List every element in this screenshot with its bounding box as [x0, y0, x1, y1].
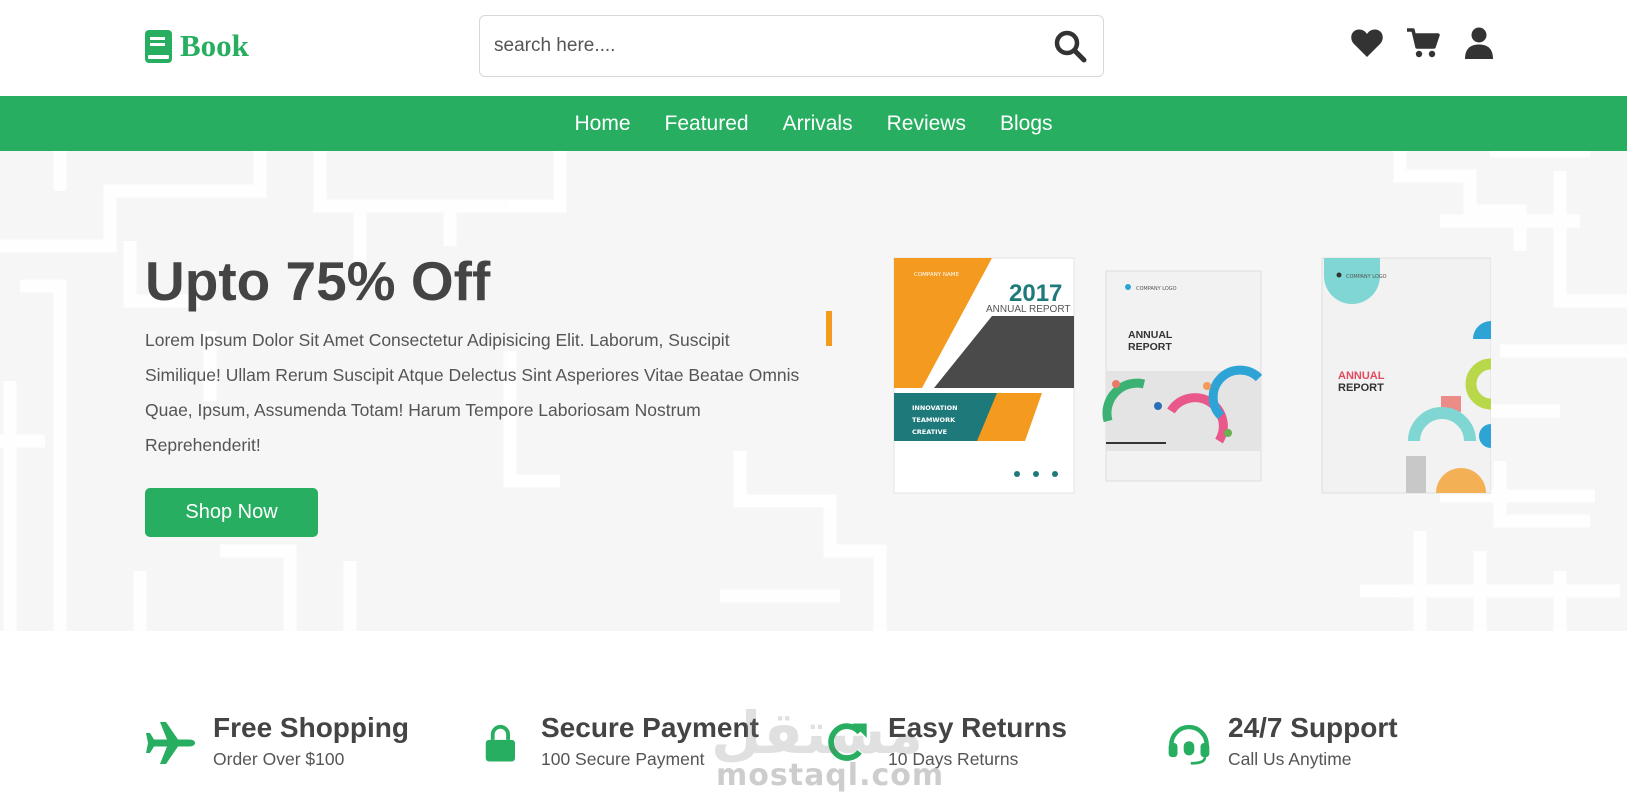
- book2-title-1: ANNUAL: [1128, 329, 1173, 341]
- heart-icon[interactable]: [1350, 26, 1384, 60]
- nav-arrivals[interactable]: Arrivals: [783, 112, 853, 136]
- plane-icon: [146, 722, 195, 764]
- user-icon[interactable]: [1462, 26, 1496, 60]
- book1-tag-1: INNOVATION: [912, 404, 958, 412]
- header-icons: [1350, 26, 1496, 60]
- book-cover-annual-3[interactable]: COMPANY LOGO ANNUAL REPORT: [1321, 257, 1491, 494]
- headset-icon: [1168, 724, 1210, 765]
- lock-icon: [485, 725, 515, 762]
- logo-text: Book: [180, 28, 249, 63]
- nav-blogs[interactable]: Blogs: [1000, 112, 1053, 136]
- logo[interactable]: Book: [145, 24, 249, 68]
- feature-title: Secure Payment: [541, 712, 759, 743]
- watermark-latin: mostaql.com: [716, 758, 945, 793]
- hero-title: Upto 75% Off: [145, 250, 491, 312]
- books-showcase[interactable]: COMPANY NAME 2017 ANNUAL REPORT INNOVATI…: [826, 256, 1491, 506]
- book-cover-annual-2[interactable]: COMPANY LOGO ANNUAL REPORT: [1102, 270, 1263, 482]
- feature-support: 24/7 Support Call Us Anytime: [1166, 713, 1398, 770]
- hero-section: Upto 75% Off Lorem Ipsum Dolor Sit Amet …: [0, 151, 1627, 631]
- feature-title: Free Shopping: [213, 712, 409, 743]
- main-nav: Home Featured Arrivals Reviews Blogs: [0, 96, 1627, 151]
- book1-tag-3: CREATIVE: [912, 428, 947, 436]
- book-icon: [145, 29, 172, 63]
- search-icon[interactable]: [1053, 29, 1087, 63]
- feature-subtitle: Call Us Anytime: [1228, 749, 1352, 769]
- search-input[interactable]: [494, 16, 1014, 76]
- book2-company: COMPANY LOGO: [1136, 286, 1177, 292]
- book-cover-2017[interactable]: COMPANY NAME 2017 ANNUAL REPORT INNOVATI…: [893, 257, 1075, 494]
- hero-description: Lorem Ipsum Dolor Sit Amet Consectetur A…: [145, 330, 800, 455]
- nav-reviews[interactable]: Reviews: [887, 112, 966, 136]
- features-section: Free Shopping Order Over $100 Secure Pay…: [0, 631, 1627, 810]
- book3-company: COMPANY LOGO: [1346, 274, 1387, 280]
- shop-now-button[interactable]: Shop Now: [145, 488, 318, 537]
- search-box: [479, 15, 1104, 77]
- book1-year: 2017: [1009, 280, 1062, 307]
- feature-title: Easy Returns: [888, 712, 1067, 743]
- book3-title-2: REPORT: [1338, 382, 1384, 394]
- partial-book: [826, 311, 832, 346]
- book1-tag-2: TEAMWORK: [912, 416, 956, 424]
- site-header: Book: [0, 0, 1627, 96]
- feature-title: 24/7 Support: [1228, 712, 1398, 743]
- cart-icon[interactable]: [1406, 26, 1440, 60]
- feature-free-shopping: Free Shopping Order Over $100: [145, 713, 409, 770]
- feature-subtitle: Order Over $100: [213, 749, 345, 769]
- book1-title: ANNUAL REPORT: [986, 304, 1070, 315]
- nav-home[interactable]: Home: [575, 112, 631, 136]
- nav-featured[interactable]: Featured: [665, 112, 749, 136]
- book3-title-1: ANNUAL: [1338, 370, 1385, 382]
- book1-company: COMPANY NAME: [914, 272, 959, 278]
- book2-title-2: REPORT: [1128, 341, 1172, 353]
